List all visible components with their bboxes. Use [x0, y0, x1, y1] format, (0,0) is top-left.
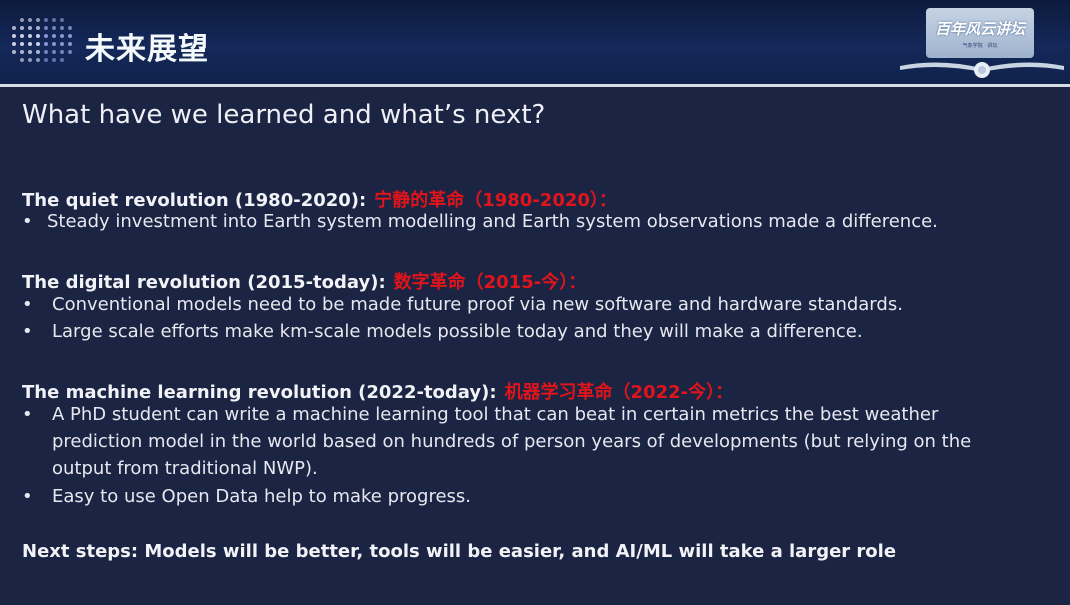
grid-dot: [20, 34, 24, 38]
grid-dot: [60, 42, 64, 46]
grid-dot: [12, 26, 16, 30]
grid-dot: [52, 50, 56, 54]
logo-plate: 百年风云讲坛 气象学院 · 讲坛: [926, 8, 1034, 58]
grid-dot: [52, 34, 56, 38]
grid-dot: [20, 18, 24, 22]
grid-dot: [44, 50, 48, 54]
bullet-mark: •: [22, 211, 33, 232]
bullet-text: output from traditional NWP).: [52, 458, 318, 479]
grid-dot: [28, 34, 32, 38]
bullet-text: Large scale efforts make km-scale models…: [52, 321, 863, 342]
bullet-text: Steady investment into Earth system mode…: [47, 211, 938, 232]
grid-dot: [68, 26, 72, 30]
bullet-mark: •: [22, 321, 33, 342]
grid-dot: [20, 42, 24, 46]
grid-dot: [60, 26, 64, 30]
bullet-text: Easy to use Open Data help to make progr…: [52, 486, 472, 507]
grid-dot: [28, 50, 32, 54]
grid-dot: [12, 34, 16, 38]
header-title: 未来展望: [85, 32, 209, 67]
grid-dot: [28, 42, 32, 46]
section-heading-cn: 数字革命（2015-今）：: [393, 272, 587, 293]
grid-dot: [44, 58, 48, 62]
grid-dot: [52, 26, 56, 30]
grid-dot: [36, 26, 40, 30]
grid-dot: [60, 58, 64, 62]
slide-header: 未来展望 百年风云讲坛 气象学院 · 讲坛: [0, 0, 1070, 84]
bullet-mark: •: [22, 404, 33, 425]
grid-dot: [60, 34, 64, 38]
grid-dot: [52, 18, 56, 22]
grid-dot: [36, 50, 40, 54]
bullet-mark: •: [22, 486, 33, 507]
grid-dot: [36, 42, 40, 46]
open-book-icon: [900, 62, 1064, 78]
lecture-logo: 百年风云讲坛 气象学院 · 讲坛: [898, 6, 1066, 84]
grid-dot: [28, 58, 32, 62]
grid-dot: [28, 18, 32, 22]
grid-dot: [52, 42, 56, 46]
next-steps: Next steps: Models will be better, tools…: [22, 541, 897, 562]
grid-dot: [68, 42, 72, 46]
grid-dot: [44, 42, 48, 46]
grid-dot: [52, 58, 56, 62]
logo-text: 百年风云讲坛: [934, 20, 1025, 38]
grid-dot: [28, 26, 32, 30]
header-divider: [0, 84, 1070, 87]
grid-dot: [12, 42, 16, 46]
section-heading-en: The machine learning revolution (2022-to…: [22, 382, 497, 403]
bullet-mark: •: [22, 294, 33, 315]
slide-title: What have we learned and what’s next?: [22, 100, 546, 130]
grid-dot: [44, 34, 48, 38]
grid-dot: [20, 50, 24, 54]
grid-dot: [20, 26, 24, 30]
grid-dot: [36, 18, 40, 22]
bullet-text: prediction model in the world based on h…: [52, 431, 972, 452]
grid-dot: [68, 50, 72, 54]
bullet-text: Conventional models need to be made futu…: [52, 294, 903, 315]
grid-dot: [60, 18, 64, 22]
logo-subtext: 气象学院 · 讲坛: [962, 43, 998, 49]
grid-dot: [12, 50, 16, 54]
section-heading-en: The digital revolution (2015-today):: [22, 272, 386, 293]
grid-dot: [60, 50, 64, 54]
grid-dot: [20, 58, 24, 62]
section-heading-cn: 机器学习革命（2022-今）：: [504, 382, 734, 403]
bullet-text: A PhD student can write a machine learni…: [52, 404, 939, 425]
grid-dot: [36, 34, 40, 38]
grid-dot: [44, 26, 48, 30]
grid-dot: [44, 18, 48, 22]
dot-grid-decoration: [12, 18, 74, 62]
grid-dot: [36, 58, 40, 62]
grid-dot: [68, 34, 72, 38]
